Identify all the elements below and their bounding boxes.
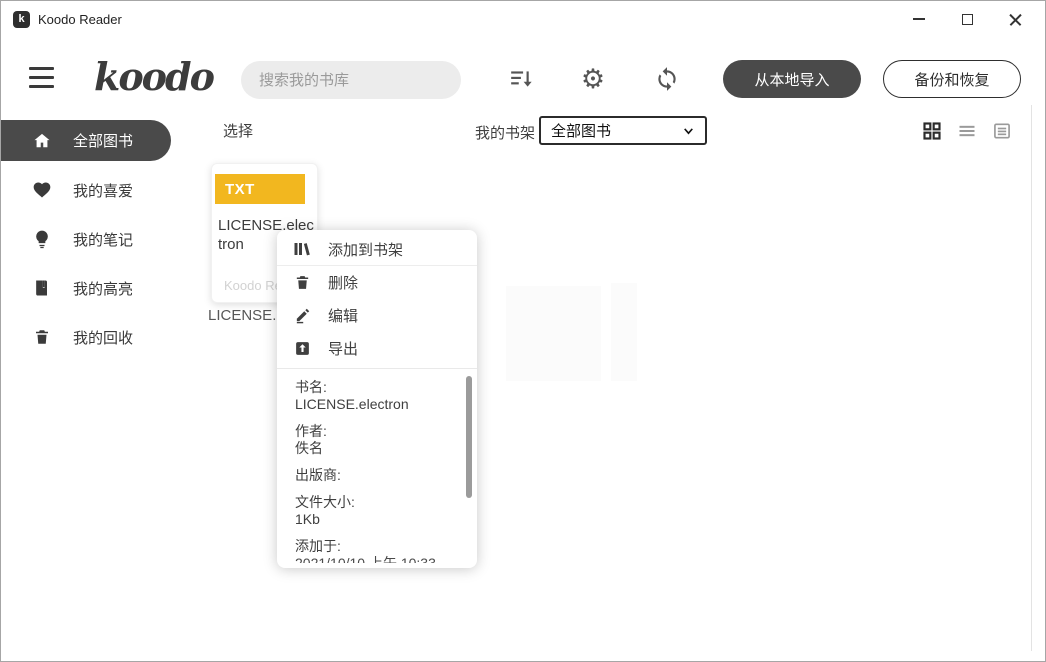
sidebar-item-label: 全部图书 [73, 130, 133, 151]
detail-value: LICENSE.electron [295, 396, 463, 413]
list-view-icon[interactable] [956, 120, 977, 141]
export-icon [293, 340, 311, 358]
app-title: Koodo Reader [38, 12, 122, 27]
window-controls [895, 1, 1039, 37]
grid-view-icon[interactable] [921, 120, 942, 141]
titlebar: k Koodo Reader [1, 1, 1045, 37]
sidebar-item-label: 我的喜爱 [73, 180, 133, 201]
home-icon [32, 131, 52, 151]
shelf-label: 我的书架 [475, 122, 535, 143]
bulb-icon [32, 229, 52, 249]
menu-item-add-to-shelf[interactable]: 添加到书架 [277, 233, 477, 266]
detail-label: 作者: [295, 423, 463, 440]
highlight-book-icon [32, 278, 52, 298]
search-box [241, 61, 461, 99]
edit-icon [293, 307, 311, 325]
detail-value: 2021/10/10 上午 10:33 [295, 555, 463, 563]
import-local-button[interactable]: 从本地导入 [723, 60, 861, 98]
trash-icon [293, 274, 311, 292]
shelf-select-value: 全部图书 [551, 120, 611, 141]
sidebar-item-label: 我的回收 [73, 327, 133, 348]
select-mode-button[interactable]: 选择 [223, 120, 253, 141]
menu-item-label: 编辑 [328, 305, 358, 326]
sidebar-item-highlights[interactable]: 我的高亮 [1, 270, 201, 306]
close-button[interactable] [991, 1, 1039, 37]
menu-icon[interactable] [29, 67, 54, 88]
content-divider [1031, 105, 1032, 651]
trash-icon [32, 327, 52, 347]
book-context-menu: 添加到书架 删除 编辑 导出 书名: LICENSE.electron [277, 230, 477, 568]
heart-icon [32, 180, 52, 200]
sidebar-item-all-books[interactable]: 全部图书 [1, 120, 171, 161]
sync-icon[interactable] [653, 65, 681, 93]
menu-item-delete[interactable]: 删除 [277, 266, 477, 299]
app-icon: k [13, 11, 30, 28]
bookshelf-icon [293, 240, 311, 258]
close-icon [1009, 13, 1022, 26]
sidebar-item-favorites[interactable]: 我的喜爱 [1, 172, 201, 208]
detail-label: 书名: [295, 379, 463, 396]
maximize-button[interactable] [943, 1, 991, 37]
chevron-down-icon [682, 124, 695, 137]
ghost-card [506, 286, 601, 381]
sidebar-item-label: 我的笔记 [73, 229, 133, 250]
backup-restore-button[interactable]: 备份和恢复 [883, 60, 1021, 98]
search-input[interactable] [259, 72, 458, 89]
detail-label: 出版商: [295, 467, 463, 484]
menu-item-export[interactable]: 导出 [277, 332, 477, 365]
sidebar-item-trash[interactable]: 我的回收 [1, 319, 201, 355]
menu-item-label: 导出 [328, 338, 358, 359]
settings-icon[interactable]: ⚙ [579, 65, 607, 93]
format-badge: TXT [215, 174, 305, 204]
sidebar-item-label: 我的高亮 [73, 278, 133, 299]
menu-item-label: 删除 [328, 272, 358, 293]
view-toggle-group [921, 120, 1012, 141]
app-window: k Koodo Reader koodo ⚙ 从本地导入 备份和恢复 [0, 0, 1046, 662]
book-details: 书名: LICENSE.electron 作者: 佚名 出版商: 文件大小: 1… [277, 369, 477, 563]
maximize-icon [962, 14, 973, 25]
minimize-icon [913, 18, 925, 20]
sort-icon[interactable] [508, 65, 536, 93]
menu-scrollbar-thumb[interactable] [466, 376, 472, 498]
detail-label: 添加于: [295, 538, 463, 555]
app-logo: koodo [94, 54, 213, 99]
detail-label: 文件大小: [295, 494, 463, 511]
detail-value: 佚名 [295, 440, 463, 457]
cover-view-icon[interactable] [991, 120, 1012, 141]
ghost-card [611, 283, 637, 381]
minimize-button[interactable] [895, 1, 943, 37]
detail-value: 1Kb [295, 511, 463, 528]
shelf-select[interactable]: 全部图书 [539, 116, 707, 145]
sidebar-item-notes[interactable]: 我的笔记 [1, 221, 201, 257]
menu-item-label: 添加到书架 [328, 239, 403, 260]
menu-item-edit[interactable]: 编辑 [277, 299, 477, 332]
